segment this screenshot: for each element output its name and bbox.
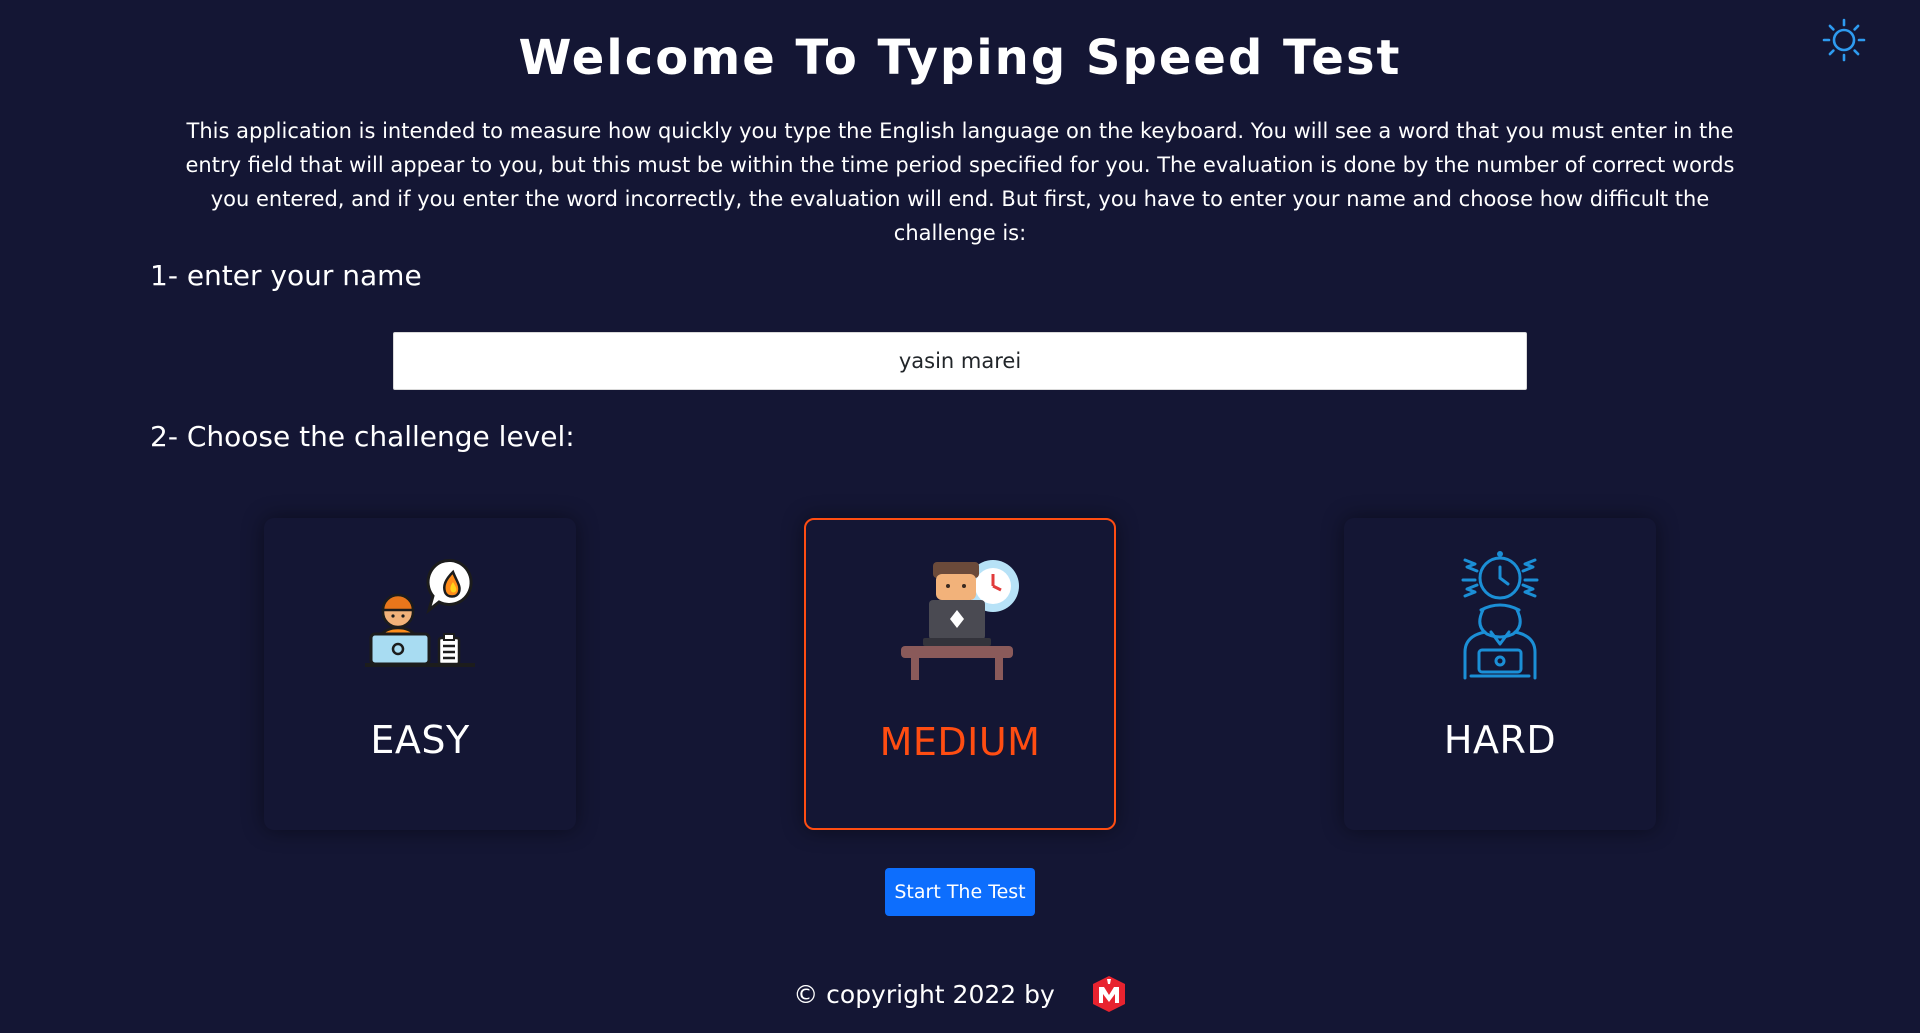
name-input[interactable]	[393, 332, 1527, 390]
footer: © copyright 2022 by	[0, 975, 1920, 1013]
level-label-hard: HARD	[1443, 718, 1557, 762]
start-test-button[interactable]: Start The Test	[885, 868, 1035, 916]
person-laptop-fire-icon	[365, 558, 475, 667]
person-laptop-clock-icon	[901, 560, 1019, 680]
level-label-medium: MEDIUM	[879, 720, 1041, 764]
level-card-medium[interactable]: MEDIUM	[804, 518, 1116, 830]
step-name-label: 1- enter your name	[150, 259, 422, 292]
page-title: Welcome To Typing Speed Test	[518, 30, 1402, 86]
level-card-hard[interactable]: HARD	[1344, 518, 1656, 830]
typing-test-home: Welcome To Typing Speed Test This applic…	[0, 0, 1920, 1033]
stressed-person-clock-icon	[1461, 551, 1539, 680]
level-label-easy: EASY	[370, 718, 470, 762]
step-level-label: 2- Choose the challenge level:	[150, 420, 575, 453]
m-brand-logo-icon[interactable]	[1091, 975, 1127, 1013]
level-card-easy[interactable]: EASY	[264, 518, 576, 830]
intro-paragraph: This application is intended to measure …	[185, 119, 1735, 245]
copyright-text: © copyright 2022 by	[793, 979, 1055, 1009]
